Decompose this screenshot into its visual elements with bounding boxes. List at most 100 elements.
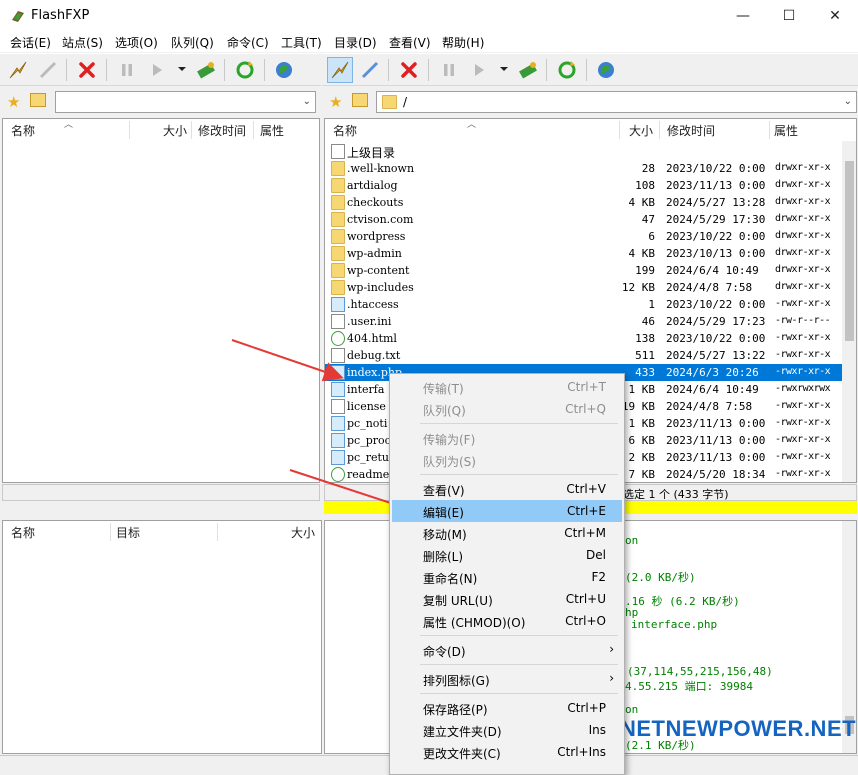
pause-button[interactable] bbox=[114, 57, 140, 83]
parent-directory-row[interactable]: 上级目录 bbox=[325, 143, 843, 160]
go-dropdown-icon[interactable] bbox=[500, 67, 508, 71]
folder-icon bbox=[382, 95, 397, 109]
right-path-text: / bbox=[403, 95, 408, 109]
file-row[interactable]: wp-content 199 2024/6/4 10:49 drwxr-xr-x bbox=[325, 262, 843, 279]
chevron-down-icon[interactable]: ⌄ bbox=[844, 96, 852, 107]
file-size: 28 bbox=[641, 162, 655, 175]
file-row[interactable]: .well-known 28 2023/10/22 0:00 drwxr-xr-x bbox=[325, 160, 843, 177]
context-menu-item[interactable]: 删除(L) Del bbox=[392, 544, 622, 566]
menu-item-label: 队列(Q) bbox=[423, 404, 466, 418]
go-button[interactable] bbox=[144, 57, 170, 83]
menu-item-shortcut: Ins bbox=[588, 723, 606, 737]
context-menu-item[interactable]: 属性 (CHMOD)(O) Ctrl+O bbox=[392, 610, 622, 632]
menu-help[interactable]: 帮助(H) bbox=[442, 34, 484, 51]
context-menu-item[interactable]: 移动(M) Ctrl+M bbox=[392, 522, 622, 544]
folder-icon bbox=[331, 280, 345, 295]
site-manager-button[interactable] bbox=[271, 57, 297, 83]
column-header-name[interactable]: 名称 bbox=[333, 119, 357, 141]
menu-commands[interactable]: 命令(C) bbox=[227, 34, 269, 51]
scrollbar[interactable] bbox=[842, 141, 856, 482]
context-menu-item[interactable]: 编辑(E) Ctrl+E bbox=[392, 500, 622, 522]
column-header-modified[interactable]: 修改时间 bbox=[198, 119, 246, 141]
menu-session[interactable]: 会话(E) bbox=[10, 34, 51, 51]
transfer-button[interactable] bbox=[193, 57, 219, 83]
menu-item-label: 命令(D) bbox=[423, 645, 466, 659]
column-header-name[interactable]: 名称 bbox=[11, 119, 35, 141]
menu-sites[interactable]: 站点(S) bbox=[62, 34, 103, 51]
abort-button-right[interactable] bbox=[396, 57, 422, 83]
file-icon bbox=[331, 314, 345, 329]
column-header-attr[interactable]: 属性 bbox=[774, 119, 798, 141]
file-row[interactable]: wordpress 6 2023/10/22 0:00 drwxr-xr-x bbox=[325, 228, 843, 245]
context-menu-item[interactable]: 命令(D) › bbox=[392, 639, 622, 661]
file-row[interactable]: debug.txt 511 2024/5/27 13:22 -rwxr-xr-x bbox=[325, 347, 843, 364]
file-row[interactable]: checkouts 4 KB 2024/5/27 13:28 drwxr-xr-x bbox=[325, 194, 843, 211]
file-attributes: drwxr-xr-x bbox=[775, 264, 831, 275]
column-header-modified[interactable]: 修改时间 bbox=[667, 119, 715, 141]
file-name: debug.txt bbox=[347, 349, 401, 362]
log-line: (2.0 KB/秒) bbox=[625, 571, 696, 584]
file-attributes: drwxr-xr-x bbox=[775, 247, 831, 258]
favorites-star-icon[interactable]: ★ bbox=[7, 93, 20, 111]
watermark-text: NETNEWPOWER.NET bbox=[620, 716, 857, 741]
file-row[interactable]: .user.ini 46 2024/5/29 17:23 -rw-r--r-- bbox=[325, 313, 843, 330]
minimize-button[interactable]: — bbox=[720, 0, 766, 32]
column-header-attr[interactable]: 属性 bbox=[260, 119, 284, 141]
context-menu-item[interactable]: 查看(V) Ctrl+V bbox=[392, 478, 622, 500]
go-button-right[interactable] bbox=[466, 57, 492, 83]
queue-list[interactable]: 名称 目标 大小 bbox=[2, 520, 322, 754]
queue-header-target[interactable]: 目标 bbox=[116, 521, 140, 543]
chevron-down-icon[interactable]: ⌄ bbox=[303, 96, 311, 107]
menu-directory[interactable]: 目录(D) bbox=[334, 34, 377, 51]
favorites-star-icon[interactable]: ★ bbox=[329, 93, 342, 111]
context-menu-item[interactable]: 排列图标(G) › bbox=[392, 668, 622, 690]
context-menu-item[interactable]: 更改文件夹(C) Ctrl+Ins bbox=[392, 741, 622, 763]
disconnect-button[interactable] bbox=[35, 57, 61, 83]
left-file-list[interactable]: 名称 ︿ 大小 修改时间 属性 bbox=[2, 118, 320, 483]
go-dropdown-icon[interactable] bbox=[178, 67, 186, 71]
menu-item-shortcut: Ctrl+T bbox=[567, 380, 606, 394]
file-row[interactable]: .htaccess 1 2023/10/22 0:00 -rwxr-xr-x bbox=[325, 296, 843, 313]
file-name: pc_retu bbox=[347, 451, 389, 464]
connect-button[interactable] bbox=[5, 57, 31, 83]
menu-tools[interactable]: 工具(T) bbox=[281, 34, 322, 51]
file-size: 47 bbox=[641, 213, 655, 226]
right-path-combo[interactable]: / ⌄ bbox=[376, 91, 857, 113]
file-row[interactable]: wp-includes 12 KB 2024/4/8 7:58 drwxr-xr-x bbox=[325, 279, 843, 296]
parent-folder-icon[interactable] bbox=[352, 93, 368, 107]
menu-view[interactable]: 查看(V) bbox=[389, 34, 431, 51]
column-header-size[interactable]: 大小 bbox=[629, 119, 653, 141]
column-header-size[interactable]: 大小 bbox=[163, 119, 187, 141]
context-menu-item[interactable]: 保存路径(P) Ctrl+P bbox=[392, 697, 622, 719]
refresh-button-right[interactable] bbox=[554, 57, 580, 83]
context-menu-item[interactable]: 复制 URL(U) Ctrl+U bbox=[392, 588, 622, 610]
scrollbar-thumb[interactable] bbox=[845, 161, 854, 341]
file-modified: 2023/11/13 0:00 bbox=[666, 451, 766, 464]
queue-header-size[interactable]: 大小 bbox=[291, 521, 315, 543]
maximize-button[interactable]: ☐ bbox=[766, 0, 812, 32]
file-row[interactable]: ctvison.com 47 2024/5/29 17:30 drwxr-xr-x bbox=[325, 211, 843, 228]
queue-header-name[interactable]: 名称 bbox=[11, 521, 35, 543]
file-name: artdialog bbox=[347, 179, 398, 192]
transfer-button-right[interactable] bbox=[515, 57, 541, 83]
file-name: wp-admin bbox=[347, 247, 402, 260]
close-button[interactable]: ✕ bbox=[812, 0, 858, 32]
site-manager-button-right[interactable] bbox=[593, 57, 619, 83]
left-path-combo[interactable]: ⌄ bbox=[55, 91, 316, 113]
file-row[interactable]: wp-admin 4 KB 2023/10/13 0:00 drwxr-xr-x bbox=[325, 245, 843, 262]
parent-folder-icon[interactable] bbox=[30, 93, 46, 107]
context-menu-item[interactable]: 重命名(N) F2 bbox=[392, 566, 622, 588]
file-row[interactable]: artdialog 108 2023/11/13 0:00 drwxr-xr-x bbox=[325, 177, 843, 194]
refresh-button[interactable] bbox=[232, 57, 258, 83]
disconnect-button-right[interactable] bbox=[357, 57, 383, 83]
file-row[interactable]: 404.html 138 2023/10/22 0:00 -rwxr-xr-x bbox=[325, 330, 843, 347]
file-name: wp-includes bbox=[347, 281, 414, 294]
red-x-icon bbox=[79, 62, 95, 78]
pause-button-right[interactable] bbox=[436, 57, 462, 83]
context-menu-item[interactable]: 建立文件夹(D) Ins bbox=[392, 719, 622, 741]
menu-queue[interactable]: 队列(Q) bbox=[171, 34, 214, 51]
connect-button-right[interactable] bbox=[327, 57, 353, 83]
abort-button[interactable] bbox=[74, 57, 100, 83]
file-name: readme. bbox=[347, 468, 393, 481]
menu-options[interactable]: 选项(O) bbox=[115, 34, 158, 51]
